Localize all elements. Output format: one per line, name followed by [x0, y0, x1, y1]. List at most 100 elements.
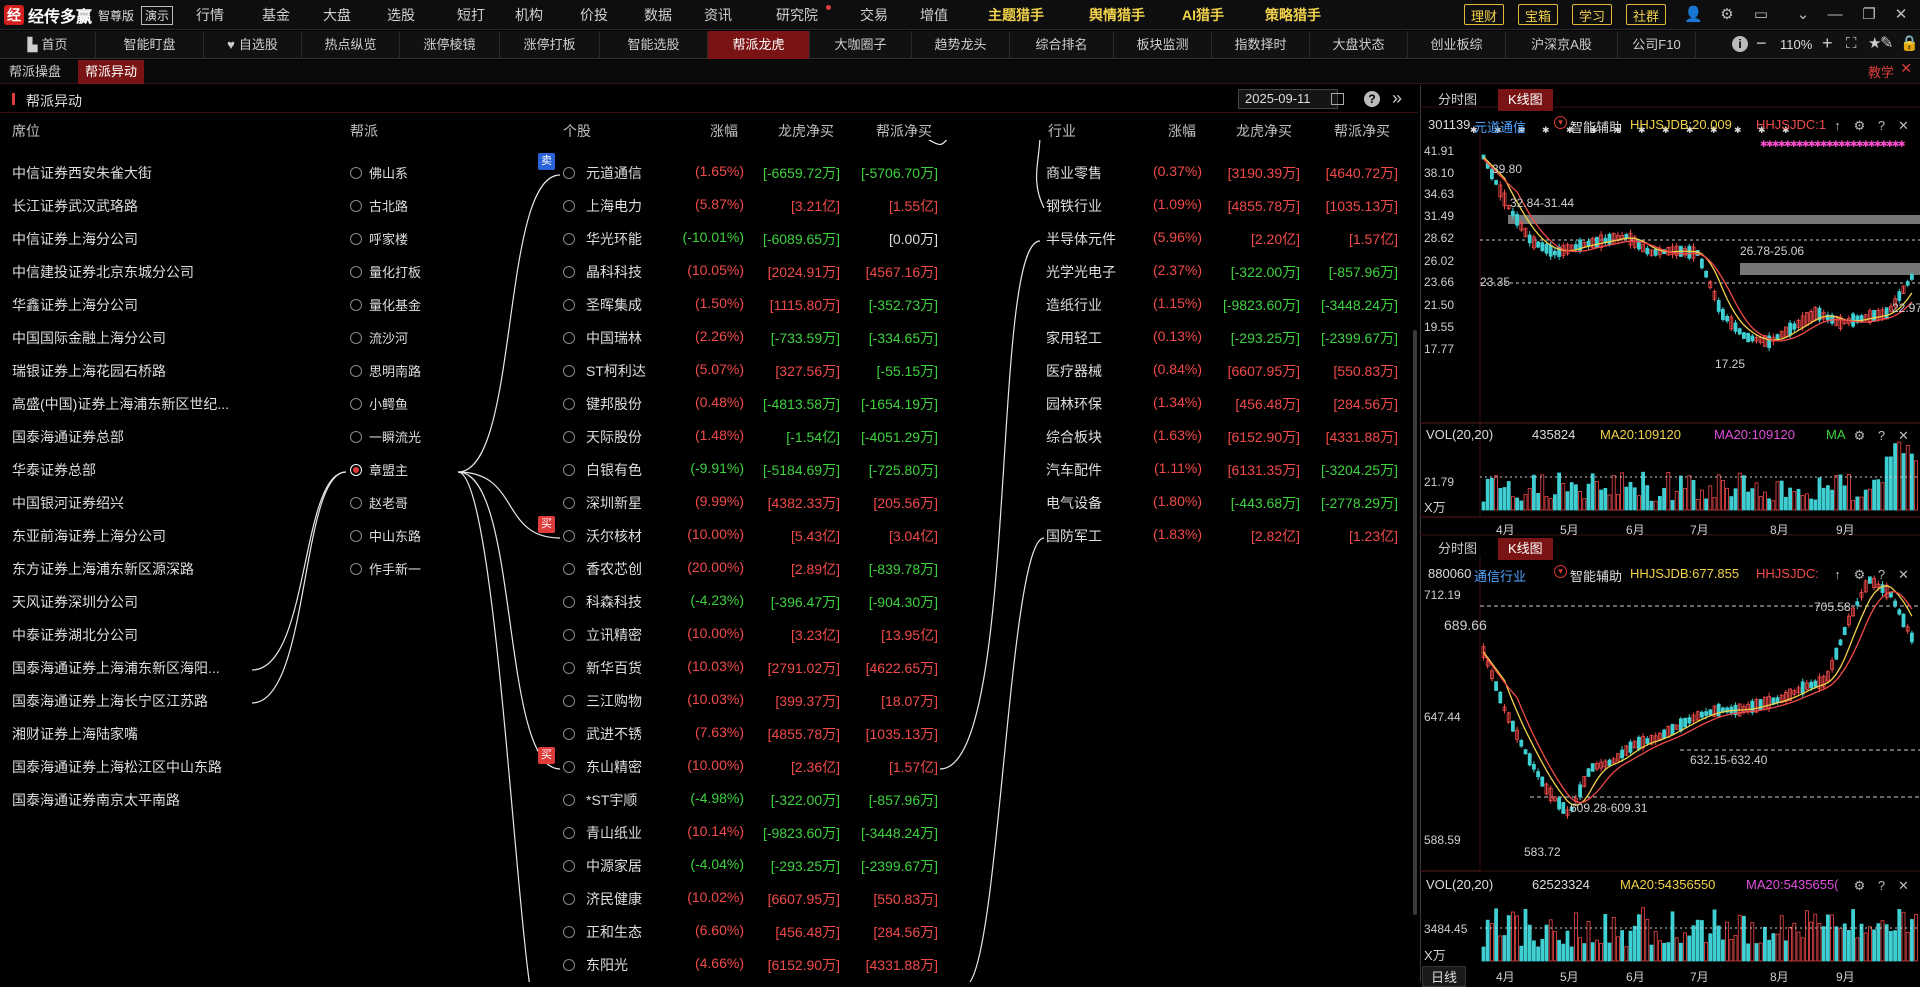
industry-name[interactable]: 医疗器械	[1046, 361, 1102, 381]
gang-radio[interactable]	[350, 200, 362, 212]
stock-radio[interactable]	[563, 299, 575, 311]
nav-tab-3[interactable]: 热点纵览	[302, 31, 400, 59]
stock-radio[interactable]	[563, 794, 575, 806]
nav-tab-4[interactable]: 涨停棱镜	[400, 31, 500, 59]
nav-tab-12[interactable]: 指数择时	[1212, 31, 1310, 59]
col-header-ind-gang-net[interactable]: 帮派净买	[1334, 121, 1390, 141]
gang-radio[interactable]	[350, 365, 362, 377]
gear-icon[interactable]: ⚙	[1718, 6, 1736, 24]
teach-close-icon[interactable]: ✕	[1900, 60, 1912, 77]
menu-1[interactable]: 基金	[262, 5, 290, 25]
stock-name[interactable]: ST柯利达	[586, 361, 646, 381]
stock-radio[interactable]	[563, 431, 575, 443]
nav-tab-7[interactable]: 帮派龙虎	[708, 31, 810, 59]
stock-name[interactable]: 青山纸业	[586, 823, 642, 843]
menu-9[interactable]: 研究院	[776, 5, 818, 25]
stock-name[interactable]: 中源家居	[586, 856, 642, 876]
gang-item[interactable]: 佛山系	[369, 163, 408, 182]
chart1-assist-icon[interactable]: ▾	[1554, 116, 1567, 129]
tab-kline-1[interactable]: K线图	[1498, 89, 1553, 111]
col-header-gang-net[interactable]: 帮派净买	[876, 121, 932, 141]
seat-item[interactable]: 国泰海通证券南京太平南路	[12, 790, 180, 810]
stock-radio[interactable]	[563, 662, 575, 674]
seat-item[interactable]: 国泰海通证券上海浦东新区海阳...	[12, 658, 220, 678]
stock-name[interactable]: 元道通信	[586, 163, 642, 183]
stock-name[interactable]: 晶科科技	[586, 262, 642, 282]
col-header-ind-change[interactable]: 涨幅	[1168, 121, 1196, 141]
gang-item[interactable]: 古北路	[369, 196, 408, 215]
nav-tab-13[interactable]: 大盘状态	[1310, 31, 1408, 59]
industry-name[interactable]: 商业零售	[1046, 163, 1102, 183]
industry-name[interactable]: 家用轻工	[1046, 328, 1102, 348]
gang-radio[interactable]	[350, 431, 362, 443]
menu-10[interactable]: 交易	[860, 5, 888, 25]
chart2-assist-icon[interactable]: ▾	[1554, 565, 1567, 578]
stock-radio[interactable]	[563, 563, 575, 575]
chart2-up-icon[interactable]: ↑	[1830, 567, 1845, 582]
user-icon[interactable]: 👤	[1684, 6, 1703, 24]
calendar-icon[interactable]	[1331, 93, 1344, 105]
gang-item[interactable]: 章盟主	[369, 460, 408, 479]
stock-name[interactable]: *ST宇顺	[586, 790, 637, 810]
gang-item[interactable]: 小鳄鱼	[369, 394, 408, 413]
seat-item[interactable]: 国泰海通证券上海松江区中山东路	[12, 757, 222, 777]
menu-15[interactable]: 策略猎手	[1265, 5, 1321, 25]
gang-radio[interactable]	[350, 497, 362, 509]
seat-item[interactable]: 国泰海通证券总部	[12, 427, 124, 447]
fullscreen-icon[interactable]: ⛶	[1846, 35, 1857, 52]
chart1-help-icon[interactable]: ?	[1874, 118, 1889, 133]
gang-radio[interactable]	[350, 233, 362, 245]
minimize-icon[interactable]: —	[1826, 6, 1844, 24]
menu-12[interactable]: 主题猎手	[988, 5, 1044, 25]
menu-6[interactable]: 价投	[580, 5, 608, 25]
teach-link[interactable]: 教学	[1868, 62, 1894, 81]
col-header-lhb-net[interactable]: 龙虎净买	[778, 121, 834, 141]
menu-3[interactable]: 选股	[387, 5, 415, 25]
menu-4[interactable]: 短打	[457, 5, 485, 25]
zoom-out-icon[interactable]: −	[1756, 33, 1767, 54]
gang-item[interactable]: 一瞬流光	[369, 427, 421, 446]
stock-name[interactable]: 立讯精密	[586, 625, 642, 645]
seat-item[interactable]: 中国国际金融上海分公司	[12, 328, 166, 348]
nav-tab-5[interactable]: 涨停打板	[500, 31, 600, 59]
stock-radio[interactable]	[563, 926, 575, 938]
gang-item[interactable]: 作手新一	[369, 559, 421, 578]
chart1-name[interactable]: 元道通信	[1474, 117, 1526, 136]
seat-item[interactable]: 中信证券上海分公司	[12, 229, 138, 249]
nav-tab-9[interactable]: 趋势龙头	[912, 31, 1010, 59]
menu-2[interactable]: 大盘	[323, 5, 351, 25]
scrollbar[interactable]	[1413, 330, 1417, 915]
chart2-name[interactable]: 通信行业	[1474, 566, 1526, 585]
seat-item[interactable]: 华泰证券总部	[12, 460, 96, 480]
chart2-assist[interactable]: 智能辅助	[1570, 566, 1622, 585]
restore-icon[interactable]: ❐	[1860, 6, 1878, 24]
gang-radio[interactable]	[350, 530, 362, 542]
window-icon[interactable]: ▭	[1752, 6, 1770, 24]
seat-item[interactable]: 高盛(中国)证券上海浦东新区世纪...	[12, 394, 229, 414]
stock-name[interactable]: 沃尔核材	[586, 526, 642, 546]
chart1-close-icon[interactable]: ✕	[1896, 118, 1911, 133]
nav-tab-11[interactable]: 板块监测	[1114, 31, 1212, 59]
tab-timeshare-2[interactable]: 分时图	[1428, 538, 1487, 560]
gang-item[interactable]: 中山东路	[369, 526, 421, 545]
seat-item[interactable]: 湘财证券上海陆家嘴	[12, 724, 138, 744]
seat-item[interactable]: 华鑫证券上海分公司	[12, 295, 138, 315]
tab-timeshare-1[interactable]: 分时图	[1428, 89, 1487, 111]
stock-radio[interactable]	[563, 497, 575, 509]
chart2-close-icon[interactable]: ✕	[1896, 567, 1911, 582]
stock-radio[interactable]	[563, 728, 575, 740]
col-header-ind-lhb-net[interactable]: 龙虎净买	[1236, 121, 1292, 141]
seat-item[interactable]: 中泰证券湖北分公司	[12, 625, 138, 645]
stock-radio[interactable]	[563, 266, 575, 278]
chart2-help-icon[interactable]: ?	[1874, 567, 1889, 582]
date-picker[interactable]: 2025-09-11	[1238, 89, 1338, 109]
vol2-close-icon[interactable]: ✕	[1896, 878, 1911, 893]
seat-item[interactable]: 瑞银证券上海花园石桥路	[12, 361, 166, 381]
seat-item[interactable]: 中国银河证券绍兴	[12, 493, 124, 513]
nav-tab-6[interactable]: 智能选股	[600, 31, 708, 59]
close-icon[interactable]: ✕	[1892, 6, 1910, 24]
nav-tab-10[interactable]: 综合排名	[1010, 31, 1114, 59]
industry-name[interactable]: 园林环保	[1046, 394, 1102, 414]
chart2-gear-icon[interactable]: ⚙	[1852, 567, 1867, 582]
stock-name[interactable]: 东阳光	[586, 955, 628, 975]
